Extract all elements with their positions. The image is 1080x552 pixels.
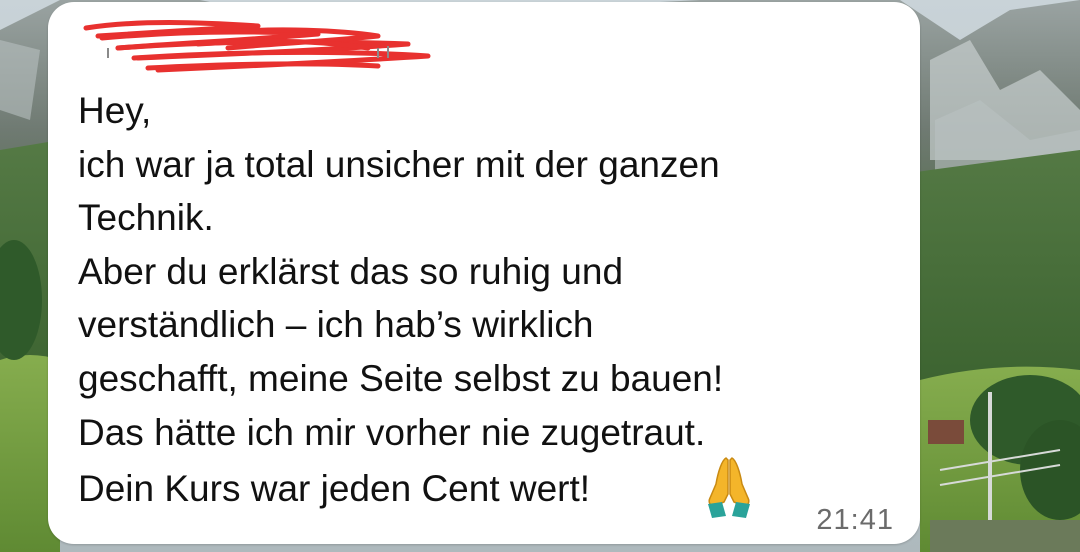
message-timestamp: 21:41	[816, 504, 894, 536]
message-line: Technik.	[78, 197, 214, 239]
message-line: verständlich – ich hab’s wirklich	[78, 304, 594, 346]
message-text: Hey, ich war ja total unsicher mit der g…	[78, 84, 888, 459]
redaction-scribble	[83, 20, 431, 73]
message-bubble[interactable]: Hey, ich war ja total unsicher mit der g…	[48, 2, 920, 544]
message-line: geschafft, meine Seite selbst zu bauen!	[78, 357, 724, 399]
message-line: ich war ja total unsicher mit der ganzen	[78, 143, 720, 185]
redacted-sender-name	[78, 18, 438, 76]
message-line: Das hätte ich mir vorher nie zugetraut.	[78, 411, 706, 453]
message-last-line: Dein Kurs war jeden Cent wert!	[78, 468, 591, 509]
message-line: Aber du erklärst das so ruhig und	[78, 250, 624, 292]
folded-hands-icon	[704, 454, 754, 520]
message-line: Hey,	[78, 90, 152, 131]
